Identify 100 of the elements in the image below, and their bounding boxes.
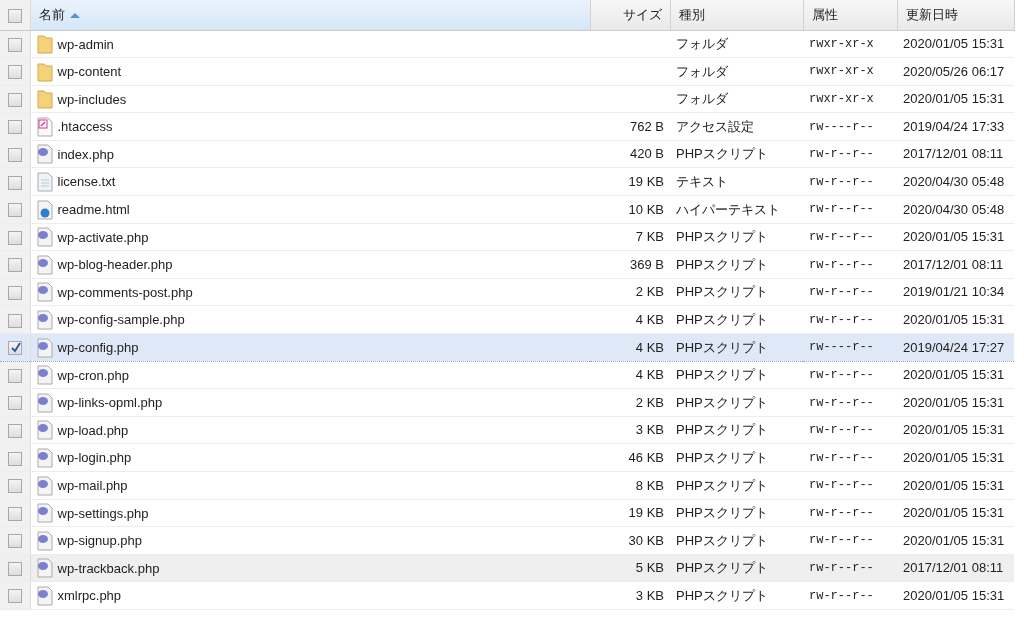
modified-date: 2020/01/05 15:31 [897, 85, 1014, 113]
checkbox[interactable] [7, 396, 22, 411]
column-header[interactable]: サイズ [590, 0, 670, 30]
file-name[interactable]: wp-admin [57, 36, 114, 52]
file-permissions: rw-r--r-- [803, 471, 897, 500]
script-file-icon [36, 475, 53, 496]
column-header[interactable]: 種別 [670, 0, 803, 30]
checkbox[interactable] [7, 148, 22, 162]
file-name[interactable]: index.php [57, 146, 114, 162]
file-size: 420 B [590, 140, 670, 168]
checkbox[interactable] [7, 561, 22, 576]
folder-icon [36, 89, 53, 110]
checkbox[interactable] [7, 506, 22, 521]
script-file-icon [36, 585, 53, 606]
checkbox[interactable] [7, 37, 22, 52]
file-type: PHPスクリプト [670, 554, 803, 582]
column-header[interactable]: 名前 [30, 0, 590, 30]
checkbox[interactable] [7, 65, 22, 80]
modified-date: 2017/12/01 08:11 [897, 554, 1014, 582]
modified-date: 2020/01/05 15:31 [897, 223, 1014, 251]
file-size: 3 KB [590, 581, 670, 610]
file-name[interactable]: xmlrpc.php [57, 588, 122, 604]
file-name[interactable]: wp-activate.php [57, 229, 149, 245]
checkbox[interactable] [7, 175, 22, 190]
file-type: PHPスクリプト [670, 581, 803, 610]
file-size: 7 KB [590, 223, 670, 251]
modified-date: 2017/12/01 08:11 [897, 140, 1014, 168]
file-name[interactable]: wp-blog-header.php [57, 257, 173, 273]
checkbox[interactable] [7, 589, 22, 604]
file-permissions: rw-r--r-- [803, 250, 897, 279]
file-size: 2 KB [590, 278, 670, 306]
file-name[interactable]: wp-settings.php [57, 505, 149, 521]
file-permissions: rw----r-- [803, 112, 897, 141]
file-name[interactable]: license.txt [57, 174, 116, 190]
checkbox[interactable] [7, 423, 22, 438]
file-size: 4 KB [590, 333, 670, 362]
file-type: PHPスクリプト [670, 278, 803, 306]
file-size: 10 KB [590, 195, 670, 224]
file-size: 30 KB [590, 526, 670, 555]
modified-date: 2020/05/26 06:17 [897, 57, 1014, 86]
checkbox[interactable] [7, 479, 22, 494]
file-type: PHPスクリプト [670, 526, 803, 555]
file-name[interactable]: wp-config-sample.php [57, 312, 185, 328]
file-size: 369 B [590, 250, 670, 279]
file-type: フォルダ [670, 30, 803, 58]
checkbox[interactable] [7, 341, 22, 356]
file-type: フォルダ [670, 85, 803, 113]
file-type: PHPスクリプト [670, 499, 803, 527]
file-name[interactable]: wp-config.php [57, 339, 139, 355]
file-permissions: rw-r--r-- [803, 305, 897, 334]
script-file-icon [36, 392, 53, 413]
file-name[interactable]: wp-signup.php [57, 533, 143, 548]
file-permissions: rw-r--r-- [803, 278, 897, 306]
file-size: 5 KB [590, 554, 670, 582]
modified-date: 2020/01/05 15:31 [897, 388, 1014, 417]
checkbox[interactable] [7, 203, 22, 218]
checkbox[interactable] [7, 313, 22, 328]
folder-icon [36, 61, 53, 82]
modified-date: 2020/01/05 15:31 [897, 305, 1014, 334]
file-type: PHPスクリプト [670, 223, 803, 251]
file-permissions: rw-r--r-- [803, 195, 897, 224]
file-size: 8 KB [590, 471, 670, 500]
checkbox[interactable] [7, 368, 22, 383]
file-permissions: rw-r--r-- [803, 416, 897, 444]
column-header[interactable]: 属性 [803, 0, 897, 30]
file-type: フォルダ [670, 57, 803, 86]
file-name[interactable]: wp-comments-post.php [57, 284, 193, 300]
file-name[interactable]: wp-load.php [57, 422, 129, 438]
file-name[interactable]: wp-cron.php [57, 367, 130, 383]
file-name[interactable]: readme.html [57, 201, 130, 217]
checkbox[interactable] [7, 92, 22, 107]
file-type: PHPスクリプト [670, 443, 803, 472]
file-type: PHPスクリプト [670, 471, 803, 500]
checkbox[interactable] [7, 120, 22, 135]
file-name[interactable]: wp-content [57, 63, 122, 79]
checkbox[interactable] [7, 258, 22, 273]
file-permissions: rw-r--r-- [803, 388, 897, 417]
checkbox[interactable] [7, 285, 22, 300]
checkbox[interactable] [7, 230, 22, 245]
script-file-icon [36, 448, 53, 468]
file-name[interactable]: wp-login.php [57, 450, 132, 466]
modified-date: 2019/04/24 17:27 [897, 333, 1014, 362]
file-size: 2 KB [590, 388, 670, 417]
script-file-icon [36, 310, 53, 330]
file-type: PHPスクリプト [670, 333, 803, 362]
file-permissions: rwxr-xr-x [803, 57, 897, 86]
file-name[interactable]: wp-mail.php [57, 477, 128, 493]
file-permissions: rw-r--r-- [803, 167, 897, 196]
sort-ascending-icon [69, 13, 80, 19]
modified-date: 2019/04/24 17:33 [897, 112, 1014, 141]
checkbox[interactable] [7, 534, 22, 549]
modified-date: 2020/01/05 15:31 [897, 499, 1014, 527]
checkbox[interactable] [7, 451, 22, 466]
file-name[interactable]: wp-includes [57, 91, 127, 107]
column-header[interactable]: 更新日時 [897, 0, 1014, 30]
file-name[interactable]: wp-links-opml.php [57, 395, 163, 411]
modified-date: 2020/01/05 15:31 [897, 471, 1014, 500]
file-name[interactable]: wp-trackback.php [57, 560, 160, 576]
checkbox[interactable] [7, 8, 22, 23]
file-name[interactable]: .htaccess [57, 119, 113, 135]
